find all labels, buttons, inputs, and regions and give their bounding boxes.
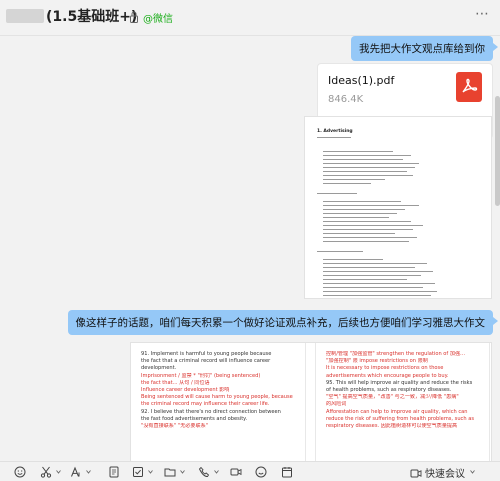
file-name: Ideas(1).pdf [328,74,395,87]
doc-line: respiratory diseases. 因此植树造林可以使空气质量提高 [326,423,458,430]
doc-line: the fast food advertisements and obesity… [141,415,248,422]
doc-line: 95. This will help improve air quality a… [326,379,473,386]
doc-line: development. [141,365,177,372]
chevron-down-icon[interactable] [148,470,153,474]
doc-line: Imprisonment / 监禁 * "刑罚" (being sentence… [141,372,261,379]
doc-line: the fact that a criminal record will inf… [141,358,271,365]
doc-line: "空气" 提高空气质量，"改善" 与之一致，减少/降低 "患病" [326,394,459,401]
doc-line: reduce the risk of suffering from health… [326,415,474,422]
quick-meeting-label: 快速会议 [425,469,465,480]
doc-page-text: 91. Implement is harmful to young people… [141,351,295,430]
screenshot-icon[interactable] [132,466,144,478]
doc-page-right: 控制/管理 "加强监管" strengthen the regulation o… [315,343,490,461]
video-icon[interactable] [230,466,242,478]
chevron-down-icon[interactable] [86,470,91,474]
lock-icon [130,11,138,23]
doc-line: advertisements which encourage people to… [326,372,449,379]
emoji-icon[interactable] [14,466,26,478]
doc-line: 92. I believe that there's no direct con… [141,408,281,415]
document-preview-1[interactable]: 1. Advertising [304,116,492,299]
chevron-down-icon[interactable] [214,470,219,474]
meeting-icon [410,469,422,478]
more-options-icon[interactable]: ⋯ [475,6,490,22]
doc-line: 的风险词 [326,401,347,408]
doc-line: 控制/管理 "加强监管" strengthen the regulation o… [326,351,466,357]
chat-scrollbar[interactable] [495,96,500,206]
doc-line: of health problems, such as respiratory … [326,387,452,394]
pdf-icon [456,72,482,102]
doc-line: Influence career development 影响 [141,387,230,394]
file-size: 846.4K [328,94,364,105]
doc-line: "加强控制" 限 impose restrictions on 限制 [326,358,428,365]
doc-line: "没有直接联系" "无必要联系" [141,423,209,430]
chat-header: (1.5基础班+) @微信 ⋯ [0,0,500,36]
wechat-tag: @微信 [143,14,173,25]
doc-line: 91. Implement is harmful to young people… [141,351,272,357]
doc-line: Being sentenced will cause harm to young… [141,394,293,401]
doc-page-left: 91. Implement is harmful to young people… [131,343,306,461]
chevron-down-icon[interactable] [180,470,185,474]
calendar-icon[interactable] [281,466,293,478]
folder-icon[interactable] [164,466,176,478]
redacted-name [6,9,44,23]
message-bubble[interactable]: 我先把大作文观点库给到你 [351,36,498,61]
doc-line: the criminal record may influence their … [141,401,270,408]
doc-line: Afforestation can help to improve air qu… [326,408,468,415]
chevron-down-icon[interactable] [56,470,61,474]
input-toolbar: 快速会议 [0,461,500,481]
quick-meeting-button[interactable]: 快速会议 [410,465,465,480]
message-bubble[interactable]: 像这样子的话题，咱们每天积累一个做好论证观点补充，后续也方便咱们学习雅思大作文 [67,310,498,335]
font-icon[interactable] [70,466,82,478]
smiley-icon[interactable] [255,466,267,478]
chevron-down-icon[interactable] [470,470,475,474]
chat-title: (1.5基础班+) [6,6,137,26]
doc-line: It is necessary to impose restrictions o… [326,365,444,372]
doc-heading: 1. Advertising [317,129,353,134]
chat-area[interactable]: 我先把大作文观点库给到你 Ideas(1).pdf 846.4K 1. Adve… [0,36,500,461]
group-name: (1.5基础班+) [46,9,138,25]
doc-page-text: 控制/管理 "加强监管" strengthen the regulation o… [326,351,480,430]
scissors-icon[interactable] [40,466,52,478]
doc-line: the fact that... 从句 / 同位语 [141,379,210,386]
phone-icon[interactable] [198,466,210,478]
document-preview-2[interactable]: 91. Implement is harmful to young people… [130,342,492,461]
file-icon[interactable] [108,466,120,478]
